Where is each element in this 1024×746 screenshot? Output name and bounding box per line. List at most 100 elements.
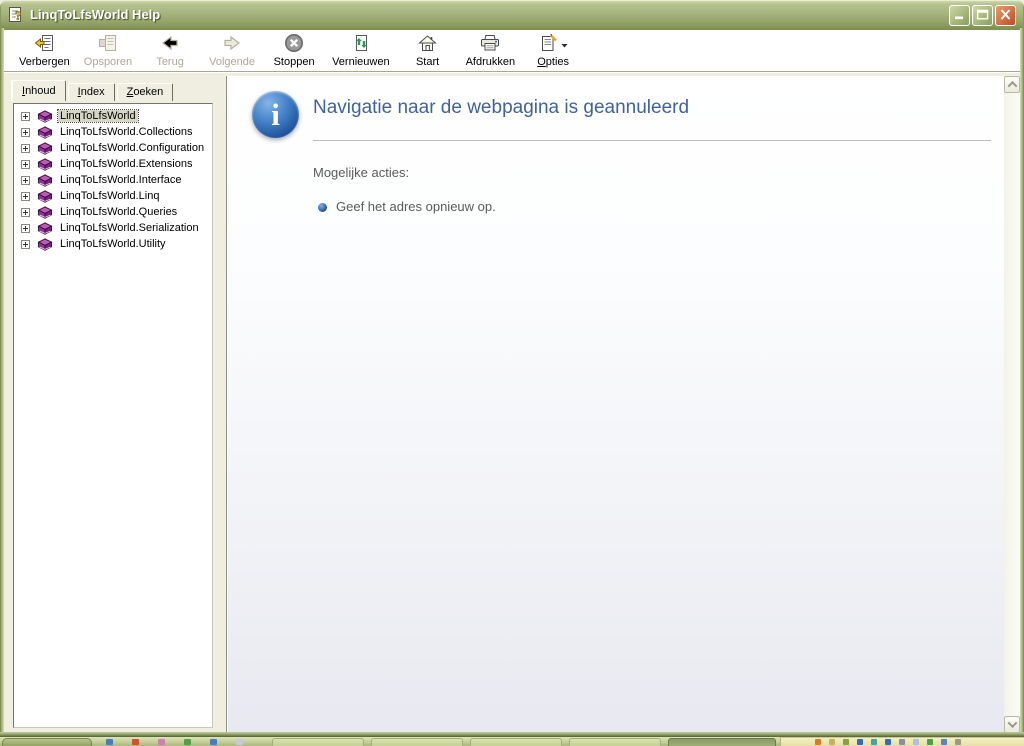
window-border-right — [1020, 28, 1024, 737]
tree-item-label[interactable]: LinqToLfsWorld.Collections — [58, 126, 194, 138]
tree-item-label[interactable]: LinqToLfsWorld.Utility — [58, 238, 168, 250]
tray-icon[interactable] — [927, 739, 933, 745]
toolbar-button-terug: Terug — [139, 33, 201, 68]
desktop: ? LinqToLfsWorld Help Verbergen Opsporen T… — [0, 0, 1024, 746]
plus-box-icon[interactable] — [21, 127, 30, 137]
actions-list: Geef het adres opnieuw op. — [318, 199, 496, 222]
content-scrollbar[interactable] — [1004, 76, 1020, 733]
tree-item[interactable]: LinqToLfsWorld.Extensions — [14, 156, 212, 172]
toolbar: Verbergen Opsporen Terug Volgende Stoppen Ver… — [4, 30, 1020, 72]
tray-icon[interactable] — [815, 739, 821, 745]
tree-item-label[interactable]: LinqToLfsWorld.Queries — [58, 206, 179, 218]
tree-item[interactable]: LinqToLfsWorld.Queries — [14, 204, 212, 220]
plus-box-icon[interactable] — [21, 223, 30, 233]
plus-box-icon[interactable] — [21, 159, 30, 169]
tree-item-label[interactable]: LinqToLfsWorld.Linq — [58, 190, 161, 202]
tree-item-label[interactable]: LinqToLfsWorld — [57, 109, 139, 123]
tab-zoeken[interactable]: Zoeken — [116, 83, 174, 101]
action-item: Geef het adres opnieuw op. — [318, 199, 496, 214]
tree-item[interactable]: LinqToLfsWorld.Utility — [14, 236, 212, 252]
toolbar-button-label: Terug — [156, 56, 184, 68]
plus-box-icon[interactable] — [21, 175, 30, 185]
closed-book-icon — [37, 157, 53, 171]
taskbar[interactable] — [0, 737, 1024, 746]
toolbar-button-label: Afdrukken — [465, 56, 516, 68]
tab-index[interactable]: Index — [67, 83, 115, 101]
tray-icon[interactable] — [857, 739, 863, 745]
page-title: Navigatie naar de webpagina is geannulee… — [313, 97, 690, 118]
closed-book-icon — [37, 125, 53, 139]
forward-arrow-icon — [221, 33, 243, 56]
tree-item-label[interactable]: LinqToLfsWorld.Serialization — [58, 222, 201, 234]
back-arrow-icon — [159, 33, 181, 56]
chevron-up-icon — [1007, 80, 1017, 91]
tab-inhoud[interactable]: Inhoud — [12, 80, 66, 101]
tree-item-label[interactable]: LinqToLfsWorld.Interface — [58, 174, 183, 186]
scroll-up-button[interactable] — [1004, 76, 1020, 93]
tree-item[interactable]: LinqToLfsWorld.Linq — [14, 188, 212, 204]
titlebar[interactable]: ? LinqToLfsWorld Help — [0, 0, 1024, 30]
toolbar-button-start[interactable]: Start — [397, 33, 459, 68]
tray-icon[interactable] — [871, 739, 877, 745]
maximize-button[interactable] — [972, 5, 993, 26]
closed-book-icon — [37, 173, 53, 187]
tree-item[interactable]: LinqToLfsWorld.Serialization — [14, 220, 212, 236]
quick-launch-icon[interactable] — [106, 739, 113, 745]
toolbar-button-stoppen[interactable]: Stoppen — [263, 33, 325, 68]
taskbar-window-button[interactable] — [272, 738, 364, 746]
help-window: ? LinqToLfsWorld Help Verbergen Opsporen T… — [0, 0, 1024, 737]
taskbar-window-button[interactable] — [371, 738, 463, 746]
quick-launch-icon[interactable] — [184, 739, 191, 745]
tray-icon[interactable] — [941, 739, 947, 745]
plus-box-icon[interactable] — [21, 207, 30, 217]
tray-icon[interactable] — [913, 739, 919, 745]
plus-box-icon[interactable] — [21, 111, 30, 121]
quick-launch-icon[interactable] — [132, 739, 139, 745]
taskbar-window-button[interactable] — [470, 738, 562, 746]
contents-tree[interactable]: LinqToLfsWorld LinqToLfsWorld.Collections… — [13, 103, 213, 728]
tree-item[interactable]: LinqToLfsWorld — [14, 108, 212, 124]
tray-icon[interactable] — [843, 739, 849, 745]
tree-item-label[interactable]: LinqToLfsWorld.Extensions — [58, 158, 194, 170]
plus-box-icon[interactable] — [21, 143, 30, 153]
scroll-down-button[interactable] — [1004, 716, 1020, 733]
toolbar-button-label: Vernieuwen — [332, 56, 390, 68]
pane-splitter[interactable] — [213, 76, 228, 733]
tree-item[interactable]: LinqToLfsWorld.Interface — [14, 172, 212, 188]
toolbar-button-opties[interactable]: Opties — [522, 33, 584, 68]
taskbar-window-button[interactable] — [569, 738, 661, 746]
tray-icon[interactable] — [885, 739, 891, 745]
quick-launch-icon[interactable] — [210, 739, 217, 745]
system-tray[interactable] — [780, 737, 1024, 746]
divider — [313, 140, 991, 141]
tray-icon[interactable] — [829, 739, 835, 745]
closed-book-icon — [37, 221, 53, 235]
stop-icon — [284, 33, 304, 56]
window-controls — [949, 5, 1016, 26]
info-icon: i — [252, 91, 299, 138]
tray-icon[interactable] — [899, 739, 905, 745]
toolbar-button-verbergen[interactable]: Verbergen — [12, 33, 77, 68]
closed-book-icon — [37, 237, 53, 251]
quick-launch-icon[interactable] — [236, 739, 243, 745]
hide-pane-icon — [34, 33, 55, 56]
minimize-button[interactable] — [949, 5, 970, 26]
close-button[interactable] — [995, 5, 1016, 26]
toolbar-button-label: Opsporen — [83, 56, 133, 68]
window-title: LinqToLfsWorld Help — [30, 7, 161, 22]
tree-item[interactable]: LinqToLfsWorld.Collections — [14, 124, 212, 140]
tray-icon[interactable] — [955, 739, 961, 745]
closed-book-icon — [37, 189, 53, 203]
toolbar-button-vernieuwen[interactable]: Vernieuwen — [325, 33, 397, 68]
toolbar-button-label: Stoppen — [273, 56, 315, 68]
plus-box-icon[interactable] — [21, 239, 30, 249]
plus-box-icon[interactable] — [21, 191, 30, 201]
taskbar-window-button[interactable] — [668, 738, 776, 746]
toolbar-button-afdrukken[interactable]: Afdrukken — [459, 33, 523, 68]
closed-book-icon — [37, 205, 53, 219]
tree-item-label[interactable]: LinqToLfsWorld.Configuration — [58, 142, 206, 154]
chevron-down-icon — [1007, 718, 1017, 729]
tree-item[interactable]: LinqToLfsWorld.Configuration — [14, 140, 212, 156]
start-button[interactable] — [2, 738, 92, 746]
quick-launch-icon[interactable] — [158, 739, 165, 745]
